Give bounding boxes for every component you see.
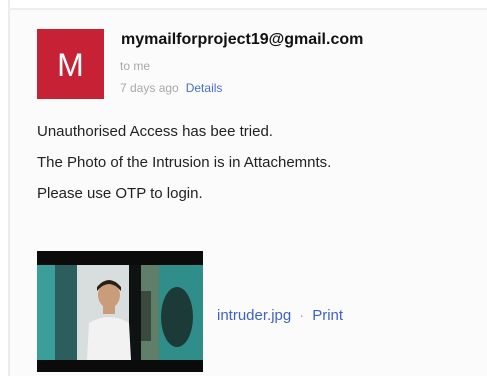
details-link[interactable]: Details	[186, 81, 223, 95]
print-link[interactable]: Print	[312, 307, 343, 324]
body-line-3: Please use OTP to login.	[37, 185, 203, 202]
attachment-filename-link[interactable]: intruder.jpg	[217, 307, 291, 324]
top-divider	[8, 8, 487, 10]
body-line-2: The Photo of the Intrusion is in Attache…	[37, 154, 332, 171]
sender-avatar: M	[37, 29, 104, 99]
attachment-actions: intruder.jpg · Print	[217, 307, 343, 324]
separator: ·	[299, 307, 305, 324]
sender-address: mymailforproject19@gmail.com	[121, 31, 364, 48]
body-line-1: Unauthorised Access has bee tried.	[37, 123, 273, 140]
email-view: M mymailforproject19@gmail.com to me 7 d…	[0, 0, 487, 376]
timestamp: 7 days ago	[120, 81, 179, 95]
avatar-letter: M	[57, 46, 84, 83]
intruder-photo-image	[37, 251, 203, 372]
email-meta: 7 days ago Details	[120, 81, 222, 95]
recipient-label: to me	[120, 59, 151, 73]
attachment-thumbnail[interactable]	[37, 251, 203, 372]
